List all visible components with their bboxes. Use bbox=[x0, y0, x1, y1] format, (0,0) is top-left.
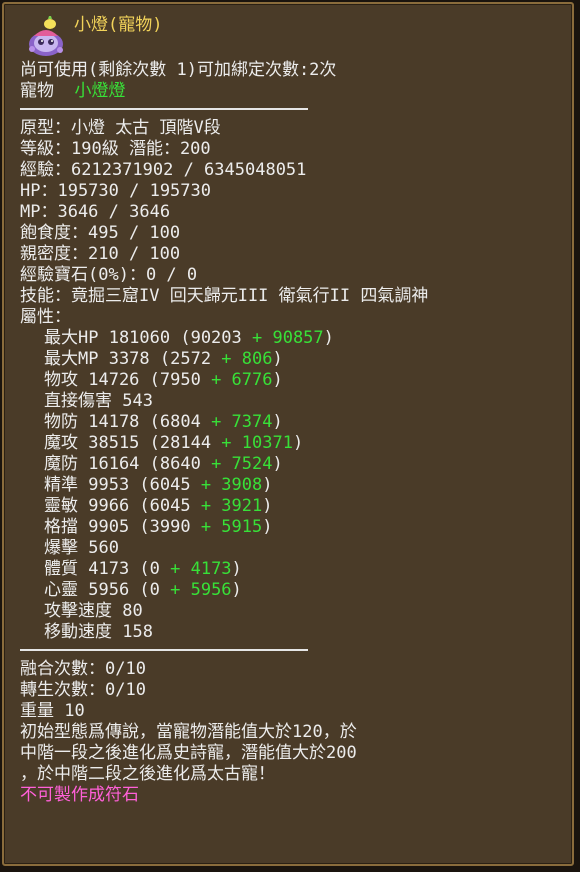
basic-stat-line: 經驗寶石(0%)：0 / 0 bbox=[20, 265, 198, 285]
basic-stats: 原型：小燈 太古 頂階V段 等級：190級 潛能：200 經驗：6212371902… bbox=[20, 118, 560, 328]
footer-line: 轉生次數：0/10 bbox=[20, 680, 146, 700]
attribute-base: 魔防 16164 (8640 bbox=[44, 454, 212, 474]
attribute-line: 格擋 9905 (3990 + 5915) bbox=[20, 517, 560, 538]
basic-stat-line: 原型：小燈 太古 頂階V段 bbox=[20, 118, 221, 138]
attribute-bonus: + 3908 bbox=[200, 475, 263, 495]
divider bbox=[20, 647, 560, 653]
attribute-bonus: + 806 bbox=[221, 349, 273, 369]
attribute-base: 物防 14178 (6804 bbox=[44, 412, 212, 432]
attribute-base: 體質 4173 (0 bbox=[44, 559, 171, 579]
attribute-bonus: + 7524 bbox=[211, 454, 273, 474]
attribute-base: 最大HP 181060 (90203 bbox=[44, 328, 252, 348]
basic-stat-line: 等級：190級 潛能：200 bbox=[20, 139, 211, 159]
footer-line: 中階一段之後進化爲史詩寵，潛能值大於200 bbox=[20, 743, 357, 763]
attribute-line: 體質 4173 (0 + 4173) bbox=[20, 559, 560, 580]
attribute-bonus: + 3921 bbox=[200, 496, 263, 516]
attribute-bonus: + 5956 bbox=[170, 580, 232, 600]
attribute-line: 物防 14178 (6804 + 7374) bbox=[20, 412, 560, 433]
attribute-base: 魔攻 38515 (28144 bbox=[44, 433, 222, 453]
pet-name: 小燈燈 bbox=[74, 81, 126, 101]
basic-stat-line: 技能：竟掘三窟IV 回天歸元III 衛氣行II 四氣調神 bbox=[20, 286, 429, 306]
attribute-close: ) bbox=[272, 370, 283, 390]
attribute-base: 心靈 5956 (0 bbox=[44, 580, 171, 600]
attribute-line: 靈敏 9966 (6045 + 3921) bbox=[20, 496, 560, 517]
footer-line: ，於中階二段之後進化爲太古寵！ bbox=[20, 764, 275, 784]
basic-stat-line: 屬性： bbox=[20, 307, 71, 327]
craft-note: 不可製作成符石 bbox=[20, 785, 139, 805]
attribute-close: ) bbox=[292, 433, 304, 453]
attribute-bonus: + 10371 bbox=[221, 433, 293, 453]
attribute-base: 精準 9953 (6045 bbox=[44, 475, 201, 495]
attribute-base: 最大MP 3378 (2572 bbox=[44, 349, 222, 369]
attribute-close: ) bbox=[272, 454, 283, 474]
uses-remaining-line: 尚可使用(剩餘次數 1)可加綁定次數:2次 bbox=[20, 60, 337, 80]
attribute-close: ) bbox=[323, 328, 334, 348]
attribute-base: 攻擊速度 80 bbox=[44, 601, 143, 621]
attribute-bonus: + 4173 bbox=[170, 559, 232, 579]
attribute-line: 魔防 16164 (8640 + 7524) bbox=[20, 454, 560, 475]
divider bbox=[20, 106, 560, 112]
attribute-line: 攻擊速度 80 bbox=[20, 601, 560, 622]
attribute-line: 最大HP 181060 (90203 + 90857) bbox=[20, 328, 560, 349]
attribute-bonus: + 90857 bbox=[252, 328, 324, 348]
basic-stat-line: 經驗：6212371902 / 6345048051 bbox=[20, 160, 307, 180]
tooltip-title: 小燈(寵物) bbox=[74, 15, 163, 35]
attribute-base: 靈敏 9966 (6045 bbox=[44, 496, 201, 516]
attribute-line: 最大MP 3378 (2572 + 806) bbox=[20, 349, 560, 370]
attribute-line: 心靈 5956 (0 + 5956) bbox=[20, 580, 560, 601]
attribute-line: 移動速度 158 bbox=[20, 622, 560, 643]
attribute-line: 爆擊 560 bbox=[20, 538, 560, 559]
attribute-line: 物攻 14726 (7950 + 6776) bbox=[20, 370, 560, 391]
attribute-base: 格擋 9905 (3990 bbox=[44, 517, 201, 537]
attribute-line: 精準 9953 (6045 + 3908) bbox=[20, 475, 560, 496]
attribute-close: ) bbox=[262, 517, 273, 537]
tooltip-body: 尚可使用(剩餘次數 1)可加綁定次數:2次 寵物 小燈燈 原型：小燈 太古 頂階… bbox=[20, 60, 560, 806]
footer-line: 融合次數：0/10 bbox=[20, 659, 146, 679]
attribute-base: 爆擊 560 bbox=[44, 538, 119, 558]
attribute-close: ) bbox=[272, 349, 283, 369]
footer-info: 融合次數：0/10 轉生次數：0/10 重量 10 初始型態爲傳說，當寵物潛能值大於1… bbox=[20, 659, 560, 785]
attribute-close: ) bbox=[272, 412, 283, 432]
pet-label: 寵物 bbox=[20, 81, 54, 101]
basic-stat-line: HP：195730 / 195730 bbox=[20, 181, 211, 201]
attribute-line: 直接傷害 543 bbox=[20, 391, 560, 412]
pet-item-tooltip: 小燈(寵物) 尚可使用(剩餘次數 1)可加綁定次數:2次 寵物 小燈燈 原型：小… bbox=[2, 2, 574, 866]
attribute-bonus: + 6776 bbox=[211, 370, 273, 390]
basic-stat-line: 親密度：210 / 100 bbox=[20, 244, 181, 264]
attribute-base: 物攻 14726 (7950 bbox=[44, 370, 212, 390]
attribute-close: ) bbox=[231, 580, 242, 600]
attribute-close: ) bbox=[231, 559, 242, 579]
attribute-line: 魔攻 38515 (28144 + 10371) bbox=[20, 433, 560, 454]
tooltip-header: 小燈(寵物) bbox=[18, 12, 558, 58]
footer-line: 初始型態爲傳說，當寵物潛能值大於120，於 bbox=[20, 722, 357, 742]
attribute-base: 直接傷害 543 bbox=[44, 391, 153, 411]
pet-name-line: 寵物 小燈燈 bbox=[20, 81, 560, 102]
attribute-close: ) bbox=[262, 496, 273, 516]
footer-line: 重量 10 bbox=[20, 701, 85, 721]
attribute-list: 最大HP 181060 (90203 + 90857) 最大MP 3378 (25… bbox=[20, 328, 560, 643]
lamp-pet-icon bbox=[29, 16, 63, 56]
attribute-bonus: + 5915 bbox=[200, 517, 263, 537]
attribute-base: 移動速度 158 bbox=[44, 622, 153, 642]
basic-stat-line: MP：3646 / 3646 bbox=[20, 202, 171, 222]
attribute-close: ) bbox=[262, 475, 273, 495]
attribute-bonus: + 7374 bbox=[211, 412, 273, 432]
basic-stat-line: 飽食度：495 / 100 bbox=[20, 223, 181, 243]
